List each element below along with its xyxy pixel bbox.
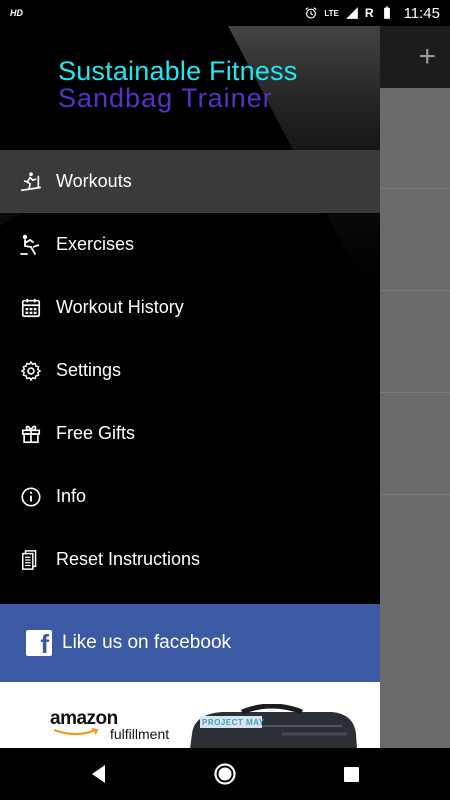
facebook-like-button[interactable]: f Like us on facebook	[0, 604, 380, 682]
menu-item-reset-instructions[interactable]: Reset Instructions	[0, 528, 380, 591]
menu-item-label: Workout History	[56, 297, 184, 317]
menu-item-label: Reset Instructions	[56, 549, 201, 569]
menu-item-label: Workouts	[56, 171, 132, 191]
menu-item-label: Free Gifts	[56, 423, 136, 443]
status-bar: HD LTE R 11:45	[0, 0, 450, 26]
menu-item-free-gifts[interactable]: Free Gifts	[0, 402, 380, 465]
background-app[interactable]: +	[380, 26, 450, 748]
info-icon	[19, 485, 43, 509]
menu-item-exercises[interactable]: Exercises	[0, 213, 380, 276]
list-divider	[380, 290, 450, 291]
menu-item-workout-history[interactable]: Workout History	[0, 276, 380, 339]
battery-icon	[383, 6, 390, 19]
documents-icon	[19, 548, 43, 572]
facebook-label: Like us on facebook	[62, 632, 232, 653]
list-divider	[380, 188, 450, 189]
alarm-icon	[305, 7, 317, 19]
recents-icon[interactable]	[339, 762, 363, 786]
menu-item-label: Info	[56, 486, 87, 506]
ad-banner[interactable]: amazon fulfillment PROJECT MAY	[0, 682, 380, 748]
home-icon[interactable]	[213, 762, 237, 786]
list-divider	[380, 494, 450, 495]
exercise-icon	[19, 233, 43, 257]
menu-item-label: Exercises	[56, 234, 135, 254]
navigation-drawer: Sustainable Fitness Sandbag Trainer Work…	[0, 26, 380, 748]
drawer-header: Sustainable Fitness Sandbag Trainer	[0, 26, 380, 150]
menu-item-info[interactable]: Info	[0, 465, 380, 528]
calendar-icon	[19, 296, 43, 320]
facebook-icon: f	[26, 630, 52, 656]
gift-icon	[19, 422, 43, 446]
gear-icon	[19, 359, 43, 383]
amazon-tagline: fulfillment	[110, 726, 170, 742]
menu-item-settings[interactable]: Settings	[0, 339, 380, 402]
system-nav-bar	[0, 748, 450, 800]
signal-icon	[346, 7, 358, 19]
back-icon[interactable]	[87, 762, 111, 786]
product-label: PROJECT MAY	[202, 718, 265, 727]
plus-icon[interactable]: +	[418, 42, 436, 72]
menu-item-workouts[interactable]: Workouts	[0, 150, 380, 213]
amazon-logo: amazon	[50, 708, 118, 729]
background-toolbar: +	[380, 26, 450, 88]
roaming-indicator: R	[364, 6, 374, 20]
menu-item-label: Settings	[56, 360, 122, 380]
app-title-line1: Sustainable Fitness	[58, 56, 298, 86]
amazon-smile-icon	[53, 728, 99, 736]
hd-badge: HD	[10, 8, 23, 18]
list-divider	[380, 392, 450, 393]
treadmill-icon	[19, 170, 43, 194]
clock: 11:45	[403, 4, 440, 22]
drawer-menu: Workouts Exercises Workout History Setti…	[0, 150, 380, 591]
app-title: Sustainable Fitness Sandbag Trainer	[58, 58, 297, 112]
network-type: LTE	[324, 8, 339, 18]
app-title-line2: Sandbag Trainer	[58, 83, 273, 113]
status-icons: LTE R 11:45	[304, 5, 440, 22]
